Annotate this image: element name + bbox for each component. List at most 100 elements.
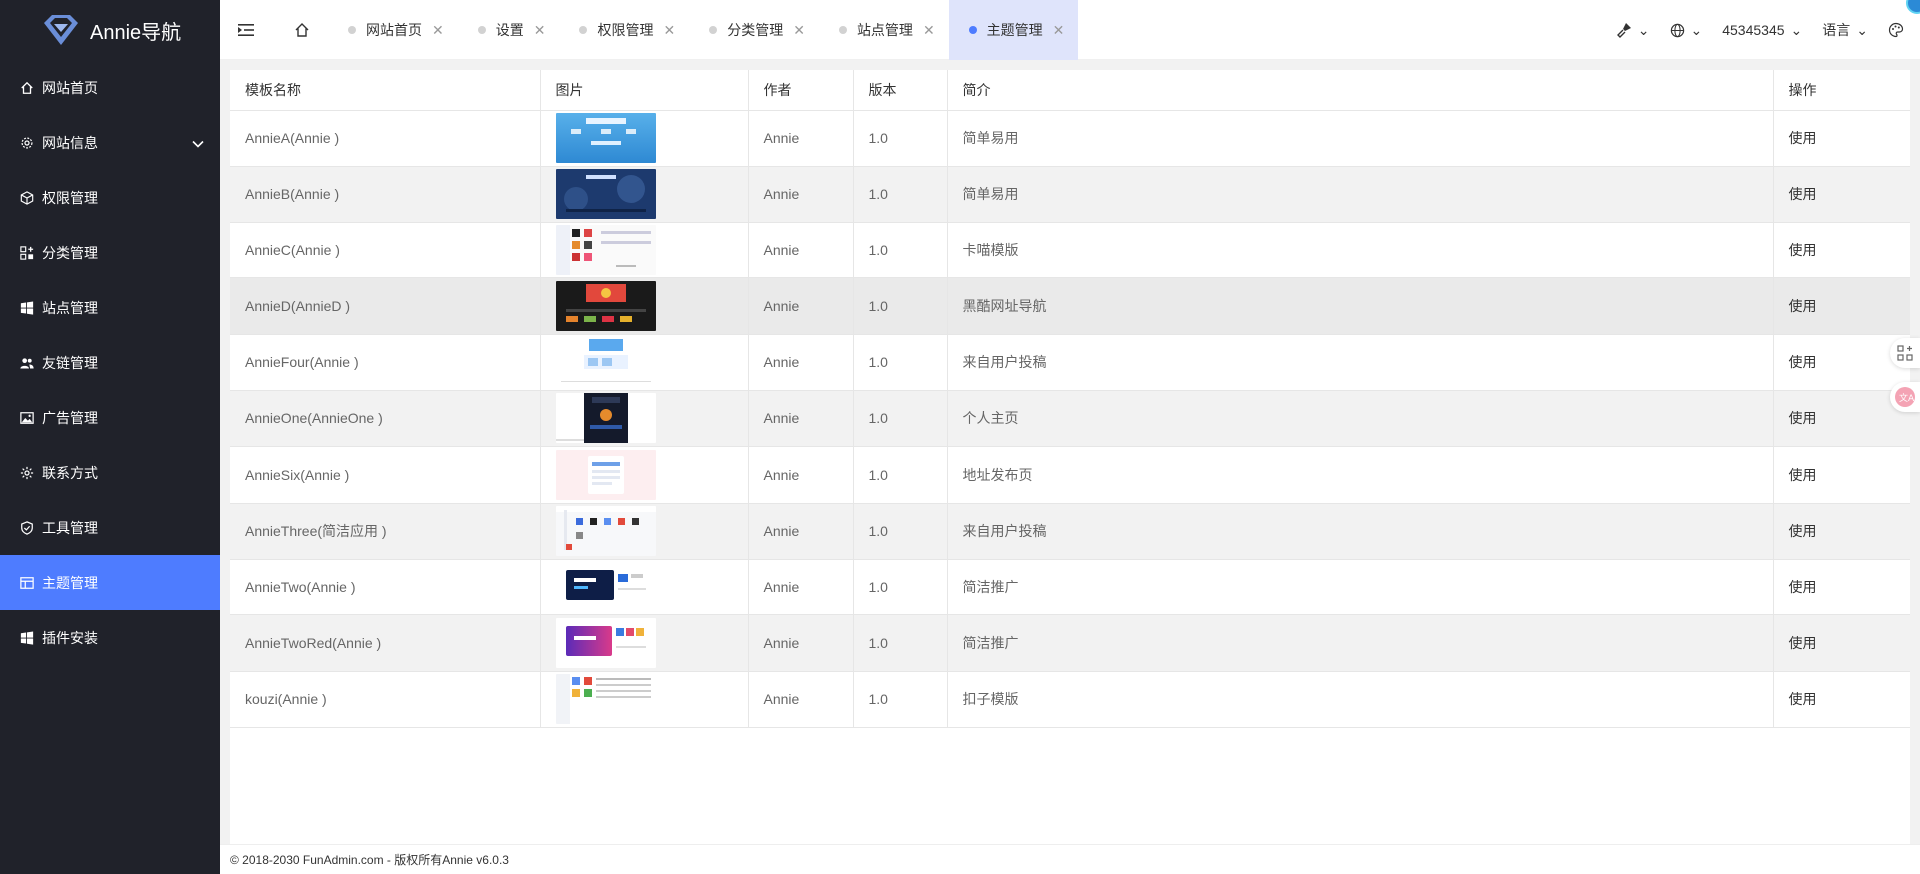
float-apps-button[interactable] <box>1890 338 1920 368</box>
table-row: AnnieSix(Annie ) Annie 1.0 地址发布页 使用 <box>230 446 1910 504</box>
close-icon[interactable]: ✕ <box>432 22 444 39</box>
language-menu[interactable]: 语言 ⌄ <box>1812 0 1878 60</box>
user-menu[interactable]: 45345345 ⌄ <box>1712 0 1812 60</box>
theme-thumbnail[interactable] <box>555 280 748 331</box>
theme-thumbnail[interactable] <box>555 169 748 219</box>
tab-3[interactable]: 分类管理 ✕ <box>689 0 819 60</box>
column-header: 模板名称 <box>230 70 541 111</box>
use-button[interactable]: 使用 <box>1789 130 1817 146</box>
close-icon[interactable]: ✕ <box>663 22 675 39</box>
action-cell: 使用 <box>1773 166 1910 223</box>
action-cell: 使用 <box>1773 671 1910 728</box>
column-header: 版本 <box>853 70 948 111</box>
template-name: AnnieSix(Annie ) <box>230 446 541 504</box>
cube-icon <box>20 190 34 205</box>
theme-thumbnail[interactable] <box>555 224 748 275</box>
chevron-down-icon <box>192 135 204 151</box>
tab-dot <box>838 26 847 34</box>
version: 1.0 <box>853 110 948 167</box>
chevron-down-icon: ⌄ <box>1690 21 1703 38</box>
gear-icon <box>20 136 34 150</box>
use-button[interactable]: 使用 <box>1789 523 1817 539</box>
sidebar-item-7[interactable]: 联系方式 <box>0 445 220 500</box>
use-button[interactable]: 使用 <box>1789 242 1817 258</box>
tab-5[interactable]: 主题管理 ✕ <box>948 0 1079 60</box>
sidebar-item-9[interactable]: 主题管理 <box>0 555 220 610</box>
website-button[interactable]: ⌄ <box>1660 0 1713 60</box>
close-icon[interactable]: ✕ <box>534 22 546 39</box>
use-button[interactable]: 使用 <box>1789 410 1817 426</box>
sidebar-item-label: 站点管理 <box>42 299 98 316</box>
theme-thumbnail[interactable] <box>555 337 748 387</box>
tab-2[interactable]: 权限管理 ✕ <box>559 0 689 60</box>
sidebar-item-1[interactable]: 网站信息 <box>0 115 220 170</box>
thumbnail-cell <box>540 614 749 672</box>
version: 1.0 <box>853 390 948 447</box>
float-translate-button[interactable]: 文A <box>1890 382 1920 412</box>
image-icon <box>20 411 34 425</box>
use-button[interactable]: 使用 <box>1789 298 1817 314</box>
sidebar-item-8[interactable]: 工具管理 <box>0 500 220 555</box>
tab-dot <box>709 26 718 34</box>
logo[interactable]: Annie导航 <box>0 0 220 60</box>
sidebar-item-6[interactable]: 广告管理 <box>0 390 220 445</box>
theme-thumbnail[interactable] <box>555 393 748 443</box>
action-cell: 使用 <box>1773 446 1910 504</box>
clear-cache-button[interactable]: ⌄ <box>1606 0 1660 60</box>
action-cell: 使用 <box>1773 614 1910 672</box>
column-header: 操作 <box>1773 70 1910 111</box>
author: Annie <box>748 671 854 728</box>
close-icon[interactable]: ✕ <box>1053 22 1065 39</box>
theme-thumbnail[interactable] <box>555 113 748 163</box>
windows-icon <box>20 300 34 315</box>
theme-table-panel: 模板名称 图片 作者 版本 简介 操作 AnnieA(Annie ) Annie 1.0 简单易… <box>230 70 1910 844</box>
theme-thumbnail[interactable] <box>555 449 748 500</box>
sidebar-item-0[interactable]: 网站首页 <box>0 60 220 115</box>
use-button[interactable]: 使用 <box>1789 354 1817 370</box>
use-button[interactable]: 使用 <box>1789 579 1817 595</box>
close-icon[interactable]: ✕ <box>923 22 935 39</box>
template-name: AnnieC(Annie ) <box>230 222 541 278</box>
header: 网站首页 ✕ 设置 ✕ 权限管理 ✕ 分类管理 ✕ 站点管理 ✕ 主题管理 ✕ ⌄ ⌄ 4534534… <box>220 0 1920 60</box>
action-cell: 使用 <box>1773 559 1910 615</box>
close-icon[interactable]: ✕ <box>793 22 805 39</box>
theme-thumbnail[interactable] <box>555 506 748 556</box>
sidebar-item-2[interactable]: 权限管理 <box>0 170 220 225</box>
tab-4[interactable]: 站点管理 ✕ <box>819 0 949 60</box>
version: 1.0 <box>853 614 948 672</box>
sidebar-item-label: 联系方式 <box>42 464 98 481</box>
description: 简单易用 <box>947 166 1774 223</box>
use-button[interactable]: 使用 <box>1789 467 1817 483</box>
author: Annie <box>748 166 854 223</box>
table-row: AnnieThree(简洁应用 ) Annie 1.0 来自用户投稿 使用 <box>230 503 1910 560</box>
table-row: AnnieB(Annie ) Annie 1.0 简单易用 使用 <box>230 166 1910 223</box>
theme-thumbnail[interactable] <box>555 617 748 668</box>
sidebar-item-label: 友链管理 <box>42 354 98 371</box>
sidebar-toggle-button[interactable] <box>220 0 272 60</box>
header-right: ⌄ ⌄ 45345345 ⌄ 语言 ⌄ <box>1606 0 1920 60</box>
tab-0[interactable]: 网站首页 ✕ <box>328 0 458 60</box>
theme-thumbnail[interactable] <box>555 674 748 724</box>
globe-icon <box>1670 23 1684 37</box>
home-button[interactable] <box>276 0 328 60</box>
language-label: 语言 <box>1822 22 1851 38</box>
sidebar-item-label: 分类管理 <box>42 244 98 261</box>
theme-thumbnail[interactable] <box>555 561 748 612</box>
author: Annie <box>748 503 854 560</box>
use-button[interactable]: 使用 <box>1789 691 1817 707</box>
table-row: AnnieD(AnnieD ) Annie 1.0 黑酷网址导航 使用 <box>230 277 1910 335</box>
description: 简洁推广 <box>947 614 1774 672</box>
sidebar-item-3[interactable]: 分类管理 <box>0 225 220 280</box>
table-header-row: 模板名称 图片 作者 版本 简介 操作 <box>230 70 1910 111</box>
sidebar-item-10[interactable]: 插件安装 <box>0 610 220 665</box>
apps-add-icon <box>1897 345 1913 361</box>
use-button[interactable]: 使用 <box>1789 186 1817 202</box>
use-button[interactable]: 使用 <box>1789 635 1817 651</box>
table-row: kouzi(Annie ) Annie 1.0 扣子模版 使用 <box>230 671 1910 728</box>
tab-1[interactable]: 设置 ✕ <box>458 0 560 60</box>
sidebar-item-4[interactable]: 站点管理 <box>0 280 220 335</box>
tab-label: 站点管理 <box>856 22 913 38</box>
description: 简单易用 <box>947 110 1774 167</box>
author: Annie <box>748 334 854 391</box>
sidebar-item-5[interactable]: 友链管理 <box>0 335 220 390</box>
